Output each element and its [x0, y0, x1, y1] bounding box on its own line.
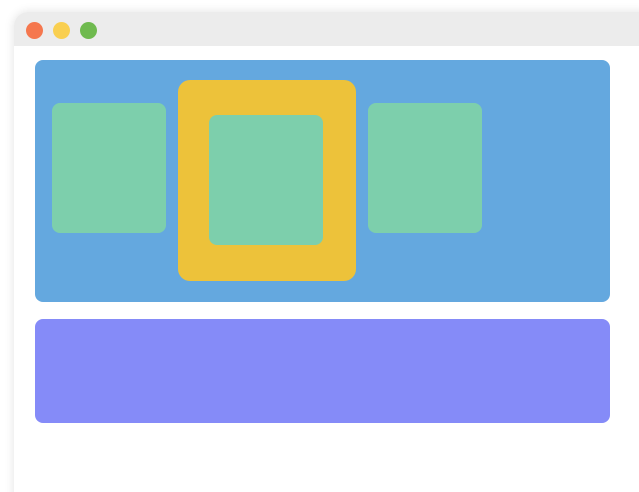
app-window [14, 12, 639, 492]
zoom-button[interactable] [80, 22, 97, 39]
selected-tile-frame[interactable] [178, 80, 356, 281]
carousel-tile-left[interactable] [52, 103, 166, 233]
carousel-tile-center[interactable] [209, 115, 323, 245]
title-bar [14, 12, 639, 46]
carousel-tile-right[interactable] [368, 103, 482, 233]
close-button[interactable] [26, 22, 43, 39]
minimize-button[interactable] [53, 22, 70, 39]
carousel-panel [35, 60, 610, 302]
screen [0, 0, 639, 492]
content-panel [35, 319, 610, 423]
